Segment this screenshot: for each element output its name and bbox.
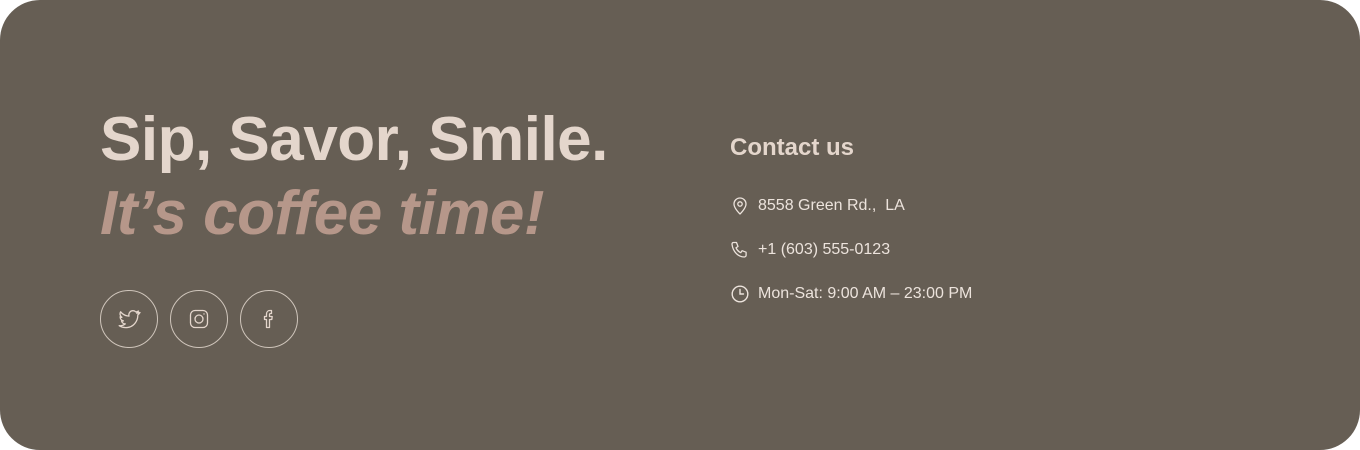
- hours-text: Mon-Sat: 9:00 AM – 23:00 PM: [758, 285, 973, 302]
- twitter-button[interactable]: [100, 290, 158, 348]
- clock-icon: [730, 284, 750, 304]
- footer-card: Sip, Savor, Smile. It’s coffee time! Con…: [0, 0, 1360, 450]
- contact-phone: +1 (603) 555-0123: [730, 238, 1230, 262]
- tagline: Sip, Savor, Smile. It’s coffee time!: [100, 104, 660, 252]
- tagline-subheadline: It’s coffee time!: [100, 179, 545, 248]
- location-pin-icon: [730, 196, 750, 216]
- contact-section: Contact us 8558 Green Rd., LA +1 (603) 5…: [730, 132, 1230, 326]
- phone-text: +1 (603) 555-0123: [758, 241, 891, 258]
- social-links: [100, 290, 298, 348]
- address-text: 8558 Green Rd., LA: [758, 197, 905, 214]
- facebook-icon: [263, 309, 273, 329]
- instagram-icon: [189, 309, 209, 329]
- twitter-icon: [118, 310, 141, 329]
- facebook-button[interactable]: [240, 290, 298, 348]
- contact-address: 8558 Green Rd., LA: [730, 194, 1230, 218]
- instagram-button[interactable]: [170, 290, 228, 348]
- contact-title: Contact us: [730, 134, 855, 161]
- contact-hours: Mon-Sat: 9:00 AM – 23:00 PM: [730, 282, 1230, 306]
- phone-icon: [730, 240, 750, 260]
- tagline-headline: Sip, Savor, Smile.: [100, 105, 608, 174]
